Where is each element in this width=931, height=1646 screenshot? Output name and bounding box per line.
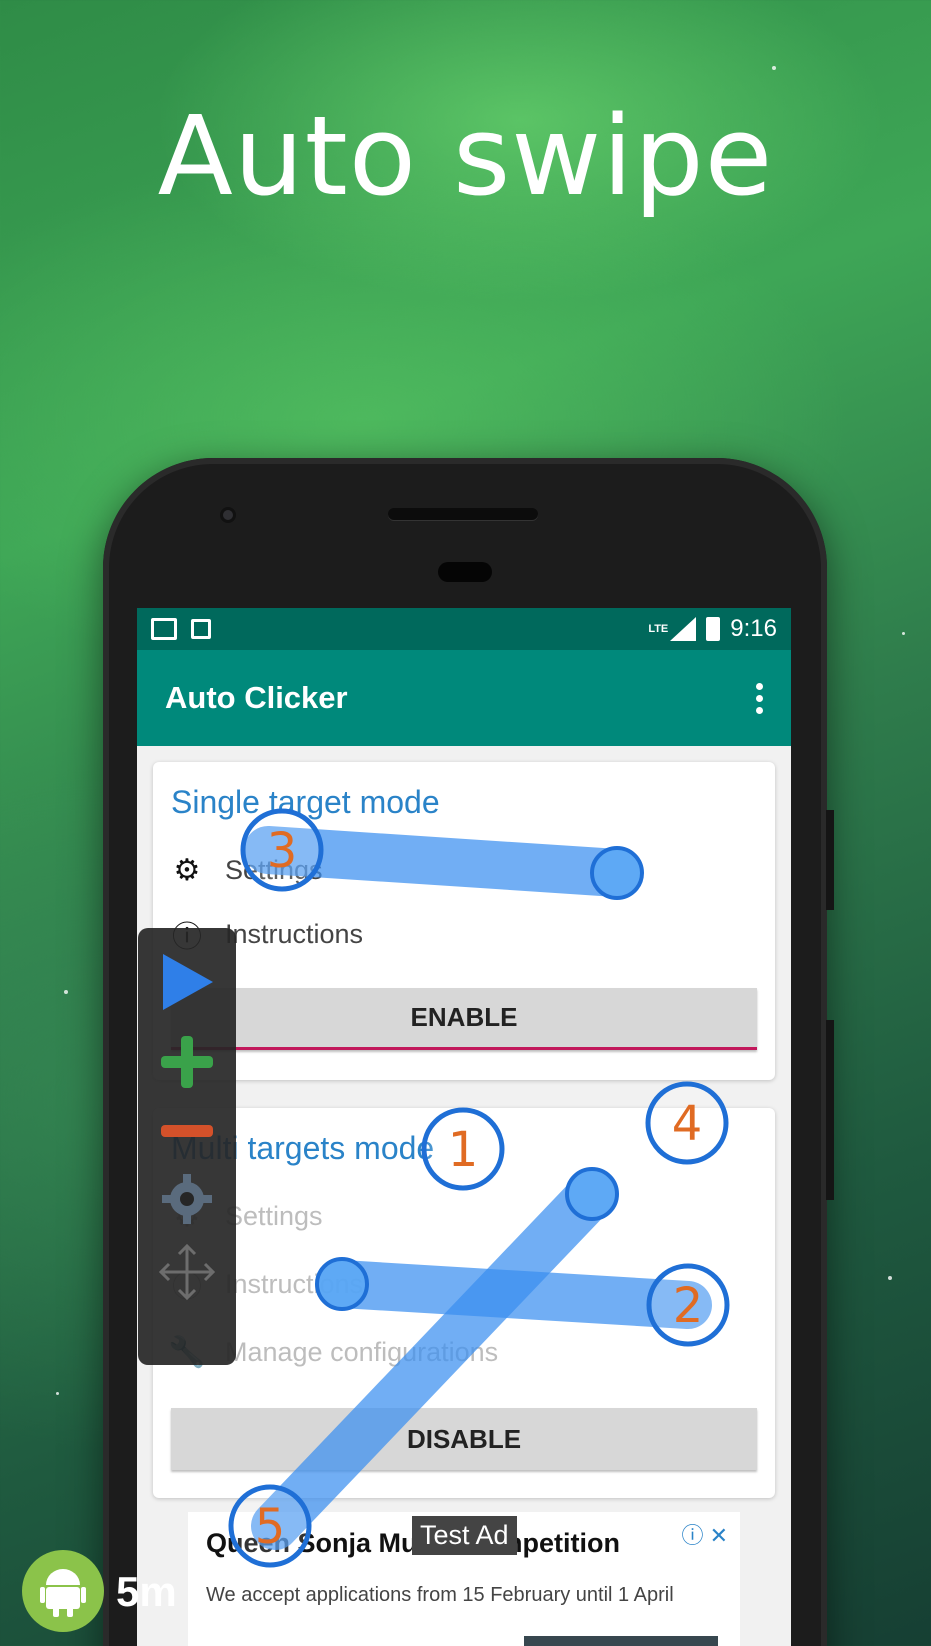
minus-icon[interactable]: [138, 1124, 236, 1138]
multi-target-card: Multi targets mode ⚙ Settings ⓘ Instruct…: [153, 1108, 775, 1498]
play-icon[interactable]: [138, 952, 236, 1012]
floating-toolbar: [138, 928, 236, 1365]
single-target-card: Single target mode ⚙ Settings ⓘ Instruct…: [153, 762, 775, 1080]
test-ad-badge: Test Ad: [412, 1516, 517, 1555]
app-title: Auto Clicker: [165, 680, 348, 715]
enable-button[interactable]: ENABLE: [171, 988, 757, 1050]
network-type: LTE: [648, 623, 669, 635]
single-settings-label: Settings: [225, 854, 323, 885]
gmail-icon: [151, 618, 177, 640]
adchoices-icon[interactable]: ⓘ ✕: [681, 1518, 728, 1550]
status-time: 9:16: [730, 615, 777, 642]
power-button: [826, 810, 834, 910]
disable-button[interactable]: DISABLE: [171, 1408, 757, 1470]
manage-configurations-label: Manage configurations: [225, 1336, 499, 1367]
plus-icon[interactable]: [138, 1034, 236, 1090]
earpiece-speaker: [388, 508, 538, 520]
signal-icon: [670, 617, 697, 641]
star: [772, 66, 776, 70]
notification-icon: [191, 619, 211, 639]
single-mode-title: Single target mode: [171, 784, 440, 820]
star: [56, 1392, 59, 1395]
android-icon: [22, 1550, 104, 1632]
single-settings-row[interactable]: ⚙ Settings: [171, 853, 323, 887]
battery-icon: [706, 617, 721, 641]
star: [902, 632, 905, 635]
overflow-menu-icon[interactable]: [756, 682, 763, 714]
move-icon[interactable]: [138, 1242, 236, 1302]
single-instructions-label: Instructions: [225, 918, 364, 949]
multi-instructions-label: Instructions: [225, 1268, 364, 1299]
gear-icon[interactable]: [138, 1174, 236, 1224]
volume-button: [826, 1020, 834, 1200]
star: [888, 1276, 892, 1280]
proximity-sensor: [438, 562, 492, 582]
watermark-text: 5m: [116, 1568, 177, 1615]
ad-cta-button[interactable]: [524, 1636, 718, 1646]
multi-settings-label: Settings: [225, 1200, 323, 1231]
gear-icon: ⚙: [173, 853, 201, 887]
star: [64, 990, 68, 994]
status-bar: LTE 9:16: [137, 608, 791, 650]
ad-subtitle: We accept applications from 15 February …: [206, 1584, 674, 1606]
app-bar: Auto Clicker: [137, 650, 791, 746]
headline: Auto swipe: [157, 92, 774, 220]
front-camera: [220, 507, 236, 523]
